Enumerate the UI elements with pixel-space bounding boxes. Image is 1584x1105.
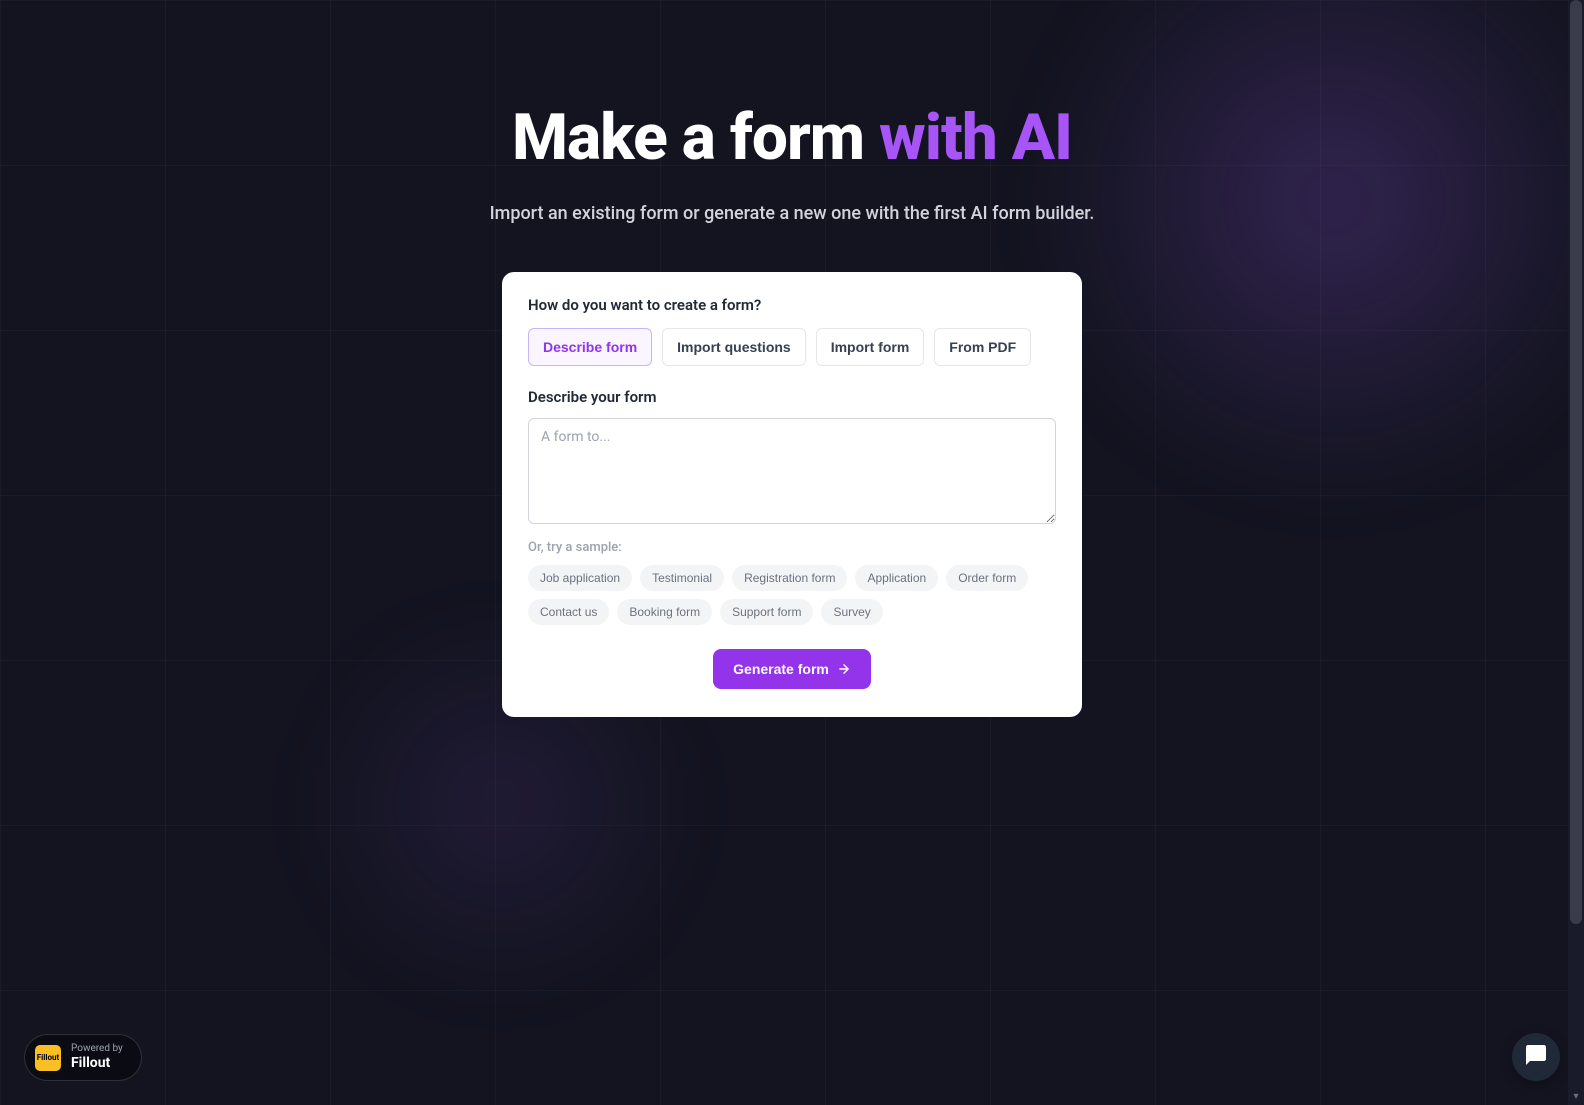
- powered-text: Powered by Fillout: [71, 1043, 123, 1072]
- page-subtitle: Import an existing form or generate a ne…: [490, 203, 1095, 224]
- describe-label: Describe your form: [528, 388, 1056, 406]
- tab-describe-form[interactable]: Describe form: [528, 328, 652, 366]
- tab-import-form[interactable]: Import form: [816, 328, 925, 366]
- fillout-logo-icon: Fillout: [35, 1045, 61, 1071]
- sample-application[interactable]: Application: [855, 565, 938, 591]
- sample-chips: Job application Testimonial Registration…: [528, 565, 1056, 625]
- sample-support-form[interactable]: Support form: [720, 599, 813, 625]
- sample-label: Or, try a sample:: [528, 540, 1056, 555]
- arrow-right-icon: [837, 662, 851, 676]
- chat-button[interactable]: [1512, 1033, 1560, 1081]
- sample-survey[interactable]: Survey: [821, 599, 882, 625]
- generate-form-button[interactable]: Generate form: [713, 649, 871, 689]
- powered-by-badge[interactable]: Fillout Powered by Fillout: [24, 1034, 142, 1081]
- sample-testimonial[interactable]: Testimonial: [640, 565, 724, 591]
- sample-contact-us[interactable]: Contact us: [528, 599, 609, 625]
- form-card: How do you want to create a form? Descri…: [502, 272, 1082, 717]
- scrollbar-track[interactable]: [1570, 0, 1582, 1087]
- sample-booking-form[interactable]: Booking form: [617, 599, 712, 625]
- page-title: Make a form with AI: [512, 100, 1072, 175]
- create-method-tabs: Describe form Import questions Import fo…: [528, 328, 1056, 366]
- main-container: Make a form with AI Import an existing f…: [0, 0, 1584, 717]
- sample-job-application[interactable]: Job application: [528, 565, 632, 591]
- tab-from-pdf[interactable]: From PDF: [934, 328, 1031, 366]
- tab-import-questions[interactable]: Import questions: [662, 328, 806, 366]
- sample-registration-form[interactable]: Registration form: [732, 565, 847, 591]
- chat-icon: [1524, 1043, 1548, 1071]
- powered-by-label: Powered by: [71, 1043, 123, 1055]
- generate-button-label: Generate form: [733, 661, 829, 677]
- sample-order-form[interactable]: Order form: [946, 565, 1028, 591]
- logo-text: Fillout: [37, 1053, 59, 1062]
- title-accent: with AI: [879, 100, 1072, 175]
- card-question: How do you want to create a form?: [528, 296, 1056, 314]
- powered-by-brand: Fillout: [71, 1055, 123, 1072]
- generate-wrapper: Generate form: [528, 649, 1056, 689]
- scrollbar-thumb[interactable]: [1570, 0, 1582, 924]
- scrollbar[interactable]: ▾: [1568, 0, 1584, 1105]
- scrollbar-down-arrow-icon[interactable]: ▾: [1568, 1089, 1584, 1103]
- title-text: Make a form: [512, 100, 879, 175]
- describe-form-input[interactable]: [528, 418, 1056, 524]
